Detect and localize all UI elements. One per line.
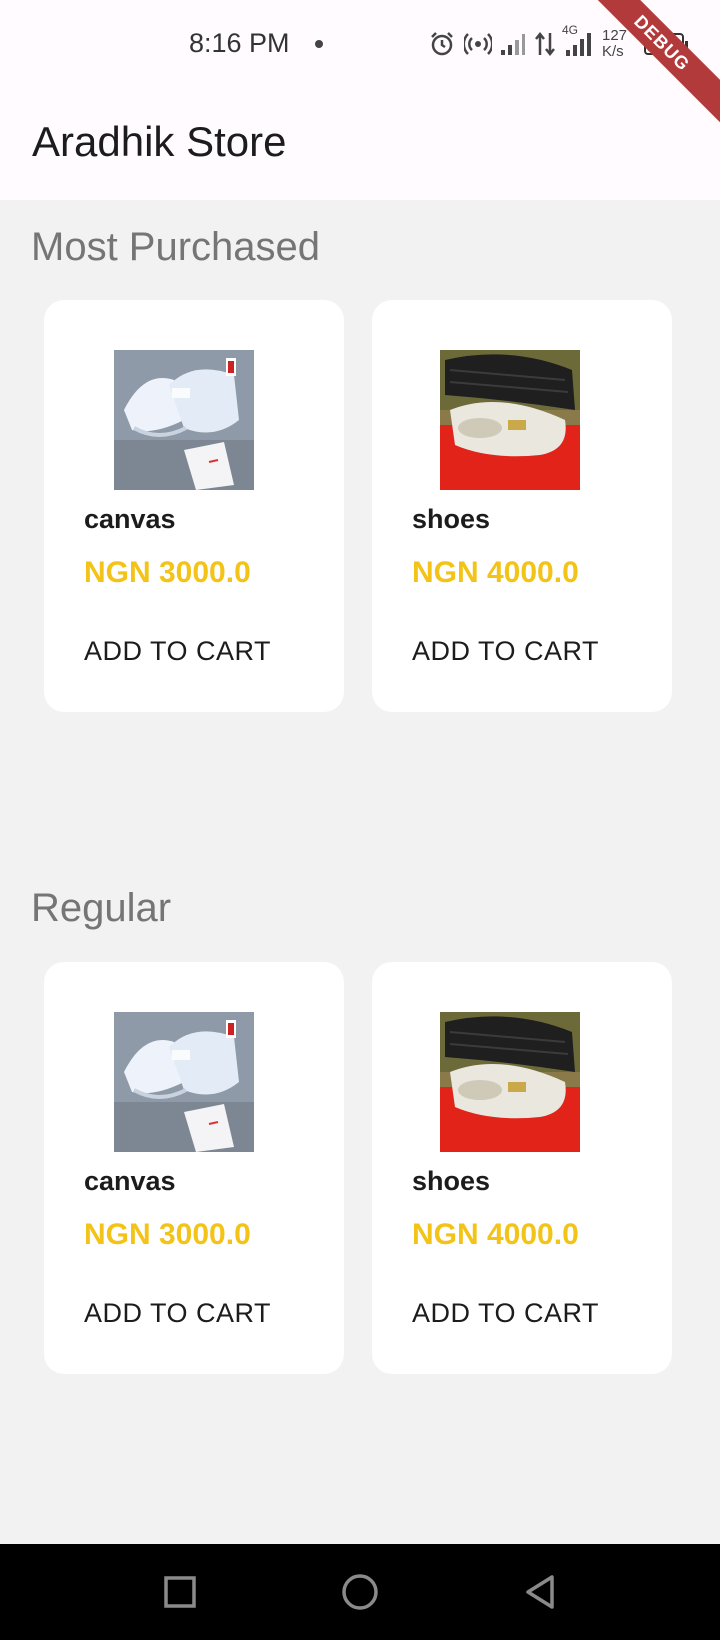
status-time: 8:16 PM: [189, 28, 290, 58]
network-type: 4G: [562, 23, 579, 37]
product-image-sneakers: [114, 350, 254, 490]
add-to-cart-button[interactable]: ADD TO CART: [412, 636, 599, 667]
product-image-sneakers: [114, 1012, 254, 1152]
product-grid-regular: canvas NGN 3000.0 ADD TO CART shoes NGN …: [44, 962, 672, 1374]
product-price: NGN 3000.0: [84, 556, 251, 589]
notification-dot: [315, 40, 323, 48]
section-title-regular: Regular: [31, 886, 172, 930]
product-name: shoes: [412, 1166, 491, 1196]
product-card[interactable]: canvas NGN 3000.0 ADD TO CART: [44, 300, 344, 712]
alarm-icon: [428, 30, 456, 58]
product-name: shoes: [412, 504, 491, 534]
back-triangle-icon[interactable]: [520, 1572, 560, 1612]
product-name: canvas: [84, 504, 176, 534]
product-price: NGN 4000.0: [412, 1218, 579, 1251]
signal-icon-2: 4G: [562, 23, 594, 57]
product-card[interactable]: canvas NGN 3000.0 ADD TO CART: [44, 962, 344, 1374]
data-transfer-icon: [534, 31, 556, 57]
home-circle-icon[interactable]: [340, 1572, 380, 1612]
system-navigation-bar: [0, 1544, 720, 1640]
product-card[interactable]: shoes NGN 4000.0 ADD TO CART: [372, 962, 672, 1374]
add-to-cart-button[interactable]: ADD TO CART: [84, 1298, 271, 1329]
hotspot-icon: [464, 30, 492, 58]
product-name: canvas: [84, 1166, 176, 1196]
recents-square-icon[interactable]: [160, 1572, 200, 1612]
product-price: NGN 3000.0: [84, 1218, 251, 1251]
section-title-most-purchased: Most Purchased: [31, 225, 321, 269]
product-price: NGN 4000.0: [412, 556, 579, 589]
app-bar: Aradhik Store: [0, 92, 720, 200]
product-image-loafers: [440, 350, 580, 490]
signal-icon-1: [500, 32, 526, 56]
product-image-loafers: [440, 1012, 580, 1152]
product-grid-most-purchased: canvas NGN 3000.0 ADD TO CART shoes NGN …: [44, 300, 672, 712]
add-to-cart-button[interactable]: ADD TO CART: [84, 636, 271, 667]
add-to-cart-button[interactable]: ADD TO CART: [412, 1298, 599, 1329]
app-title: Aradhik Store: [32, 118, 287, 165]
product-card[interactable]: shoes NGN 4000.0 ADD TO CART: [372, 300, 672, 712]
